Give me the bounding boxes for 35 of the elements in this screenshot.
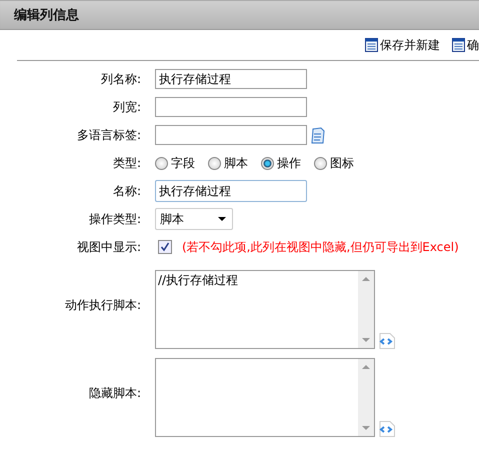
scrollbar[interactable] xyxy=(358,271,374,348)
input-field[interactable] xyxy=(155,97,307,117)
field-label: 列名称: xyxy=(100,71,141,88)
radio-button[interactable] xyxy=(314,156,327,170)
field-label: 列宽: xyxy=(112,99,141,116)
radio-label: 字段 xyxy=(171,154,195,172)
code-icon[interactable] xyxy=(379,333,395,349)
radio-button[interactable] xyxy=(155,156,168,170)
input-field[interactable] xyxy=(155,125,307,145)
radio-label: 图标 xyxy=(330,154,354,172)
input-field[interactable]: 执行存储过程 xyxy=(155,180,307,202)
field-label: 隐藏脚本: xyxy=(88,385,141,402)
field-label: 类型: xyxy=(112,155,141,172)
script-textarea[interactable] xyxy=(155,358,375,437)
field-label: 操作类型: xyxy=(88,211,141,228)
radio-button[interactable] xyxy=(261,156,274,170)
radio-label: 脚本 xyxy=(224,154,248,172)
field-label: 多语言标签: xyxy=(76,127,141,144)
caret-icon xyxy=(218,216,226,222)
save-button[interactable]: 确 xyxy=(452,36,479,54)
field-label: 动作执行脚本: xyxy=(64,297,141,314)
radio-label: 操作 xyxy=(277,154,301,172)
dropdown[interactable]: 脚本 xyxy=(155,208,233,230)
save-button[interactable]: 保存并新建 xyxy=(365,36,440,54)
hint-text: (若不勾此项,此列在视图中隐藏,但仍可导出到Excel) xyxy=(182,238,459,256)
panel-title: 编辑列信息 xyxy=(14,6,79,24)
input-field[interactable]: 执行存储过程 xyxy=(155,69,307,89)
code-icon[interactable] xyxy=(379,421,395,437)
script-textarea[interactable]: //执行存储过程 xyxy=(155,270,375,349)
radio-button[interactable] xyxy=(208,156,221,170)
field-label: 名称: xyxy=(112,183,141,200)
field-label: 视图中显示: xyxy=(76,239,141,256)
scrollbar[interactable] xyxy=(358,359,374,436)
document-icon[interactable] xyxy=(311,126,325,144)
checkbox[interactable] xyxy=(158,240,172,254)
